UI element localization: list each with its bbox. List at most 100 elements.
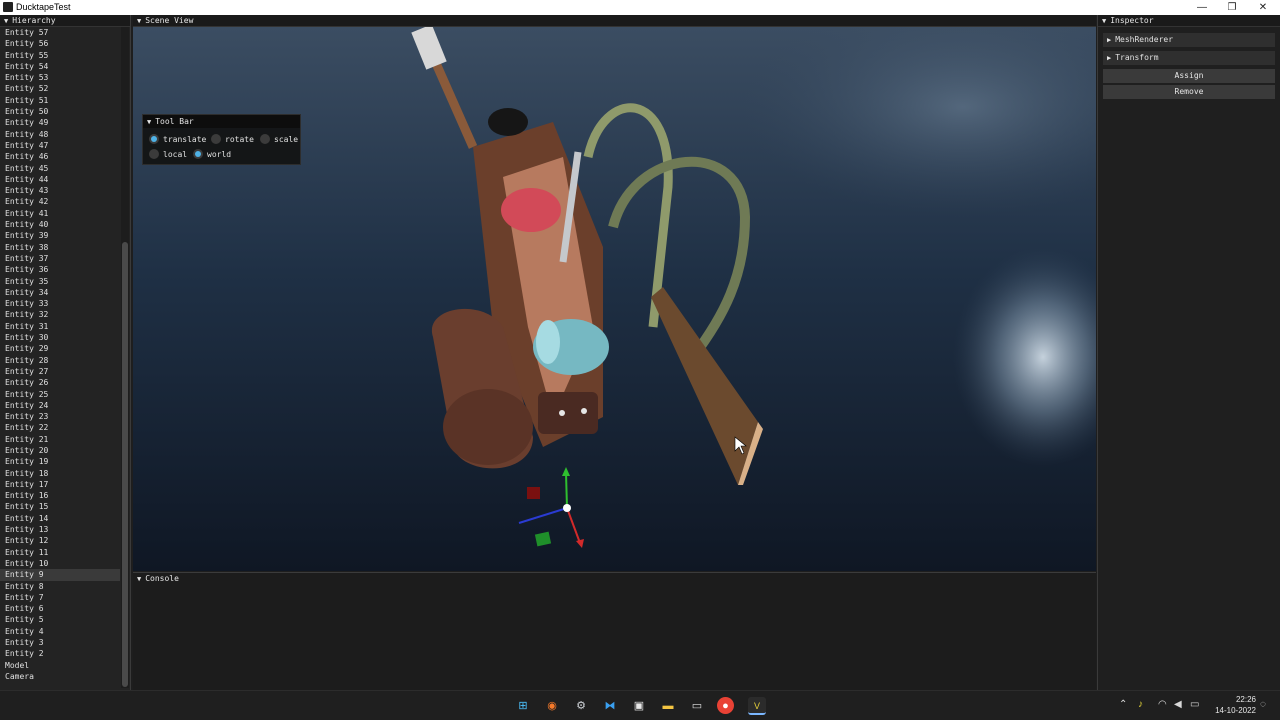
hierarchy-item[interactable]: Entity 25 (0, 389, 120, 400)
hierarchy-item[interactable]: Entity 5 (0, 614, 120, 625)
hierarchy-item[interactable]: Entity 30 (0, 332, 120, 343)
hierarchy-item[interactable]: Entity 36 (0, 264, 120, 275)
hierarchy-item[interactable]: Entity 3 (0, 637, 120, 648)
hierarchy-item[interactable]: Entity 7 (0, 592, 120, 603)
hierarchy-item[interactable]: Entity 51 (0, 95, 120, 106)
world-radio[interactable]: world (193, 149, 231, 159)
hierarchy-item[interactable]: Entity 13 (0, 524, 120, 535)
hierarchy-item[interactable]: Entity 22 (0, 422, 120, 433)
hierarchy-item[interactable]: Entity 56 (0, 38, 120, 49)
chevron-up-icon[interactable]: ⌃ (1119, 699, 1127, 710)
collapse-triangle-icon[interactable]: ▼ (147, 116, 151, 129)
scale-radio[interactable]: scale (260, 134, 298, 144)
scene-view-header[interactable]: ▼ Scene View (133, 15, 1096, 27)
expand-triangle-icon[interactable]: ▶ (1107, 51, 1111, 65)
hierarchy-item[interactable]: Entity 53 (0, 72, 120, 83)
remove-button[interactable]: Remove (1103, 85, 1275, 99)
hierarchy-item[interactable]: Entity 31 (0, 321, 120, 332)
translate-radio[interactable]: translate (149, 134, 206, 144)
hierarchy-item[interactable]: Entity 49 (0, 117, 120, 128)
file-explorer-icon[interactable]: ▬ (659, 697, 677, 715)
hierarchy-item[interactable]: Entity 54 (0, 61, 120, 72)
minimize-button[interactable]: — (1186, 0, 1218, 15)
component-meshrenderer[interactable]: ▶ MeshRenderer (1103, 33, 1275, 47)
assign-button[interactable]: Assign (1103, 69, 1275, 83)
ducktape-app-icon[interactable]: V (748, 697, 766, 715)
hierarchy-item[interactable]: Camera (0, 671, 120, 682)
speaker-icon[interactable]: ◀ (1174, 699, 1182, 710)
hierarchy-header[interactable]: ▼ Hierarchy (0, 15, 130, 27)
hierarchy-item[interactable]: Entity 21 (0, 434, 120, 445)
hierarchy-item[interactable]: Entity 40 (0, 219, 120, 230)
hierarchy-item[interactable]: Entity 17 (0, 479, 120, 490)
clock[interactable]: 22:26 14-10-2022 (1206, 694, 1256, 716)
hierarchy-item[interactable]: Entity 8 (0, 581, 120, 592)
expand-triangle-icon[interactable]: ▶ (1107, 33, 1111, 47)
collapse-triangle-icon[interactable]: ▼ (137, 573, 141, 585)
component-transform[interactable]: ▶ Transform (1103, 51, 1275, 65)
console-header[interactable]: ▼ Console (133, 573, 1096, 585)
hierarchy-item[interactable]: Entity 48 (0, 129, 120, 140)
hierarchy-item[interactable]: Entity 12 (0, 535, 120, 546)
vscode-icon[interactable]: ⧓ (601, 697, 619, 715)
hierarchy-item[interactable]: Entity 47 (0, 140, 120, 151)
gizmo-xy-plane[interactable] (527, 487, 540, 499)
hierarchy-item[interactable]: Entity 9 (0, 569, 120, 581)
wifi-icon[interactable]: ◠ (1158, 699, 1167, 710)
maximize-button[interactable]: ❐ (1216, 0, 1248, 15)
hierarchy-item[interactable]: Entity 43 (0, 185, 120, 196)
close-button[interactable]: ✕ (1247, 0, 1279, 15)
hierarchy-item[interactable]: Entity 57 (0, 27, 120, 38)
collapse-triangle-icon[interactable]: ▼ (137, 15, 141, 27)
hierarchy-item[interactable]: Entity 23 (0, 411, 120, 422)
hierarchy-item[interactable]: Entity 32 (0, 309, 120, 320)
hierarchy-item[interactable]: Entity 34 (0, 287, 120, 298)
radio-dot-icon[interactable] (149, 134, 159, 144)
radio-dot-icon[interactable] (193, 149, 203, 159)
hierarchy-item[interactable]: Entity 52 (0, 83, 120, 94)
chrome-icon[interactable]: ● (717, 697, 734, 714)
hierarchy-item[interactable]: Entity 29 (0, 343, 120, 354)
hierarchy-item[interactable]: Model (0, 660, 120, 671)
hierarchy-item[interactable]: Entity 39 (0, 230, 120, 241)
hierarchy-item[interactable]: Entity 38 (0, 242, 120, 253)
hierarchy-item[interactable]: Entity 18 (0, 468, 120, 479)
rotate-radio[interactable]: rotate (211, 134, 254, 144)
hierarchy-item[interactable]: Entity 46 (0, 151, 120, 162)
hierarchy-item[interactable]: Entity 42 (0, 196, 120, 207)
windows-start-icon[interactable]: ⊞ (514, 697, 532, 715)
hierarchy-item[interactable]: Entity 28 (0, 355, 120, 366)
tool-bar-header[interactable]: ▼ Tool Bar (143, 115, 300, 128)
radio-dot-icon[interactable] (260, 134, 270, 144)
inspector-header[interactable]: ▼ Inspector (1098, 15, 1280, 27)
settings-icon[interactable]: ⚙ (572, 697, 590, 715)
collapse-triangle-icon[interactable]: ▼ (4, 15, 8, 27)
hierarchy-item[interactable]: Entity 37 (0, 253, 120, 264)
hierarchy-item[interactable]: Entity 16 (0, 490, 120, 501)
hierarchy-scrollbar-thumb[interactable] (122, 242, 128, 687)
hierarchy-item[interactable]: Entity 19 (0, 456, 120, 467)
radio-dot-icon[interactable] (211, 134, 221, 144)
hierarchy-item[interactable]: Entity 14 (0, 513, 120, 524)
hierarchy-item[interactable]: Entity 2 (0, 648, 120, 659)
hierarchy-item[interactable]: Entity 24 (0, 400, 120, 411)
hierarchy-item[interactable]: Entity 50 (0, 106, 120, 117)
local-radio[interactable]: local (149, 149, 187, 159)
notification-icon[interactable]: ◌ (1260, 699, 1266, 710)
hierarchy-item[interactable]: Entity 41 (0, 208, 120, 219)
hierarchy-item[interactable]: Entity 33 (0, 298, 120, 309)
hierarchy-item[interactable]: Entity 4 (0, 626, 120, 637)
hierarchy-item[interactable]: Entity 15 (0, 501, 120, 512)
hierarchy-item[interactable]: Entity 55 (0, 50, 120, 61)
radio-dot-icon[interactable] (149, 149, 159, 159)
collapse-triangle-icon[interactable]: ▼ (1102, 15, 1106, 27)
blender-icon[interactable]: ◉ (543, 697, 561, 715)
scene-viewport[interactable] (133, 27, 1096, 571)
hierarchy-item[interactable]: Entity 44 (0, 174, 120, 185)
hierarchy-item[interactable]: Entity 26 (0, 377, 120, 388)
gizmo-center-handle[interactable] (563, 504, 571, 512)
paint-icon[interactable]: ▣ (630, 697, 648, 715)
hierarchy-item[interactable]: Entity 11 (0, 547, 120, 558)
hierarchy-item[interactable]: Entity 20 (0, 445, 120, 456)
gizmo-y-axis[interactable] (565, 472, 568, 509)
